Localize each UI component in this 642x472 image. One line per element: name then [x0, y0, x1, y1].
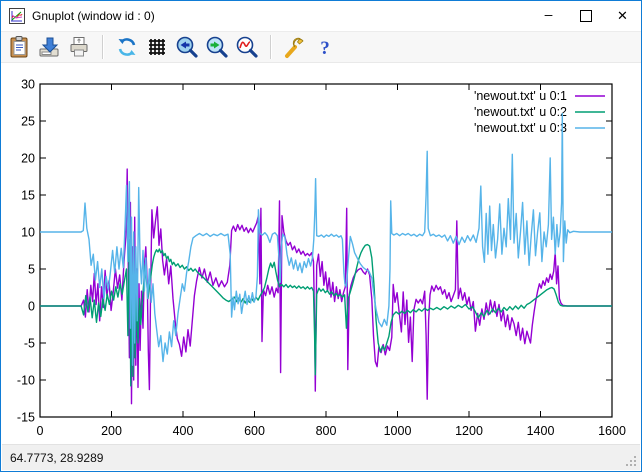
autoscale-button[interactable]	[234, 33, 260, 61]
mouse-coordinates: 64.7773, 28.9289	[10, 451, 103, 465]
x-tick-label: 1000	[384, 424, 412, 438]
options-button[interactable]	[282, 33, 308, 61]
zoom-previous-icon	[175, 35, 199, 59]
grid-icon	[145, 35, 169, 59]
save-button[interactable]	[36, 33, 62, 61]
x-tick-label: 1400	[527, 424, 555, 438]
y-tick-label: -15	[17, 411, 35, 425]
y-tick-label: -10	[17, 374, 35, 388]
series-line-2	[40, 239, 612, 386]
zoom-previous-button[interactable]	[174, 33, 200, 61]
plot-canvas[interactable]: 'newout.txt' u 0:1 'newout.txt' u 0:2 'new…	[2, 64, 642, 446]
toolbar-separator	[270, 35, 272, 59]
y-tick-label: 20	[21, 152, 35, 166]
help-button[interactable]: ?	[312, 33, 338, 61]
wrench-icon	[283, 35, 307, 59]
save-icon	[37, 35, 61, 59]
legend-label: 'newout.txt' u 0:1	[474, 89, 567, 103]
zoom-next-button[interactable]	[204, 33, 230, 61]
toolbar: ?	[1, 31, 641, 63]
gnuplot-window: Gnuplot (window id : 0) – ✕	[0, 0, 642, 472]
print-button[interactable]	[66, 33, 92, 61]
resize-grip-icon[interactable]	[625, 455, 638, 468]
y-tick-label: 5	[28, 263, 35, 277]
window-title: Gnuplot (window id : 0)	[32, 9, 530, 23]
minimize-button[interactable]: –	[530, 1, 567, 31]
toolbar-separator	[102, 35, 104, 59]
x-tick-label: 600	[244, 424, 265, 438]
close-button[interactable]: ✕	[604, 1, 641, 31]
help-icon: ?	[313, 35, 337, 59]
gnuplot-app-icon	[9, 8, 25, 24]
y-tick-label: 15	[21, 189, 35, 203]
copy-to-clipboard-button[interactable]	[6, 33, 32, 61]
title-bar: Gnuplot (window id : 0) – ✕	[1, 1, 641, 31]
legend-label: 'newout.txt' u 0:2	[474, 105, 567, 119]
x-tick-label: 800	[316, 424, 337, 438]
zoom-next-icon	[205, 35, 229, 59]
x-tick-label: 200	[101, 424, 122, 438]
toggle-grid-button[interactable]	[144, 33, 170, 61]
clipboard-icon	[7, 35, 31, 59]
y-tick-label: 25	[21, 115, 35, 129]
svg-text:?: ?	[320, 38, 330, 59]
print-icon	[67, 35, 91, 59]
y-tick-label: 30	[21, 78, 35, 92]
legend-label: 'newout.txt' u 0:3	[474, 121, 567, 135]
maximize-icon	[580, 10, 592, 22]
close-icon: ✕	[617, 8, 628, 24]
replot-button[interactable]	[114, 33, 140, 61]
x-tick-label: 0	[37, 424, 44, 438]
maximize-button[interactable]	[567, 1, 604, 31]
x-tick-label: 1600	[598, 424, 626, 438]
minimize-icon: –	[545, 6, 553, 22]
y-tick-label: 10	[21, 226, 35, 240]
x-tick-label: 400	[173, 424, 194, 438]
x-tick-label: 1200	[455, 424, 483, 438]
refresh-icon	[115, 35, 139, 59]
window-controls: – ✕	[530, 1, 641, 31]
status-bar: 64.7773, 28.9289	[2, 444, 640, 470]
plot-svg: 'newout.txt' u 0:1 'newout.txt' u 0:2 'new…	[2, 64, 642, 446]
y-tick-label: 0	[28, 300, 35, 314]
y-tick-label: -5	[24, 337, 35, 351]
zoom-autoscale-icon	[235, 35, 259, 59]
